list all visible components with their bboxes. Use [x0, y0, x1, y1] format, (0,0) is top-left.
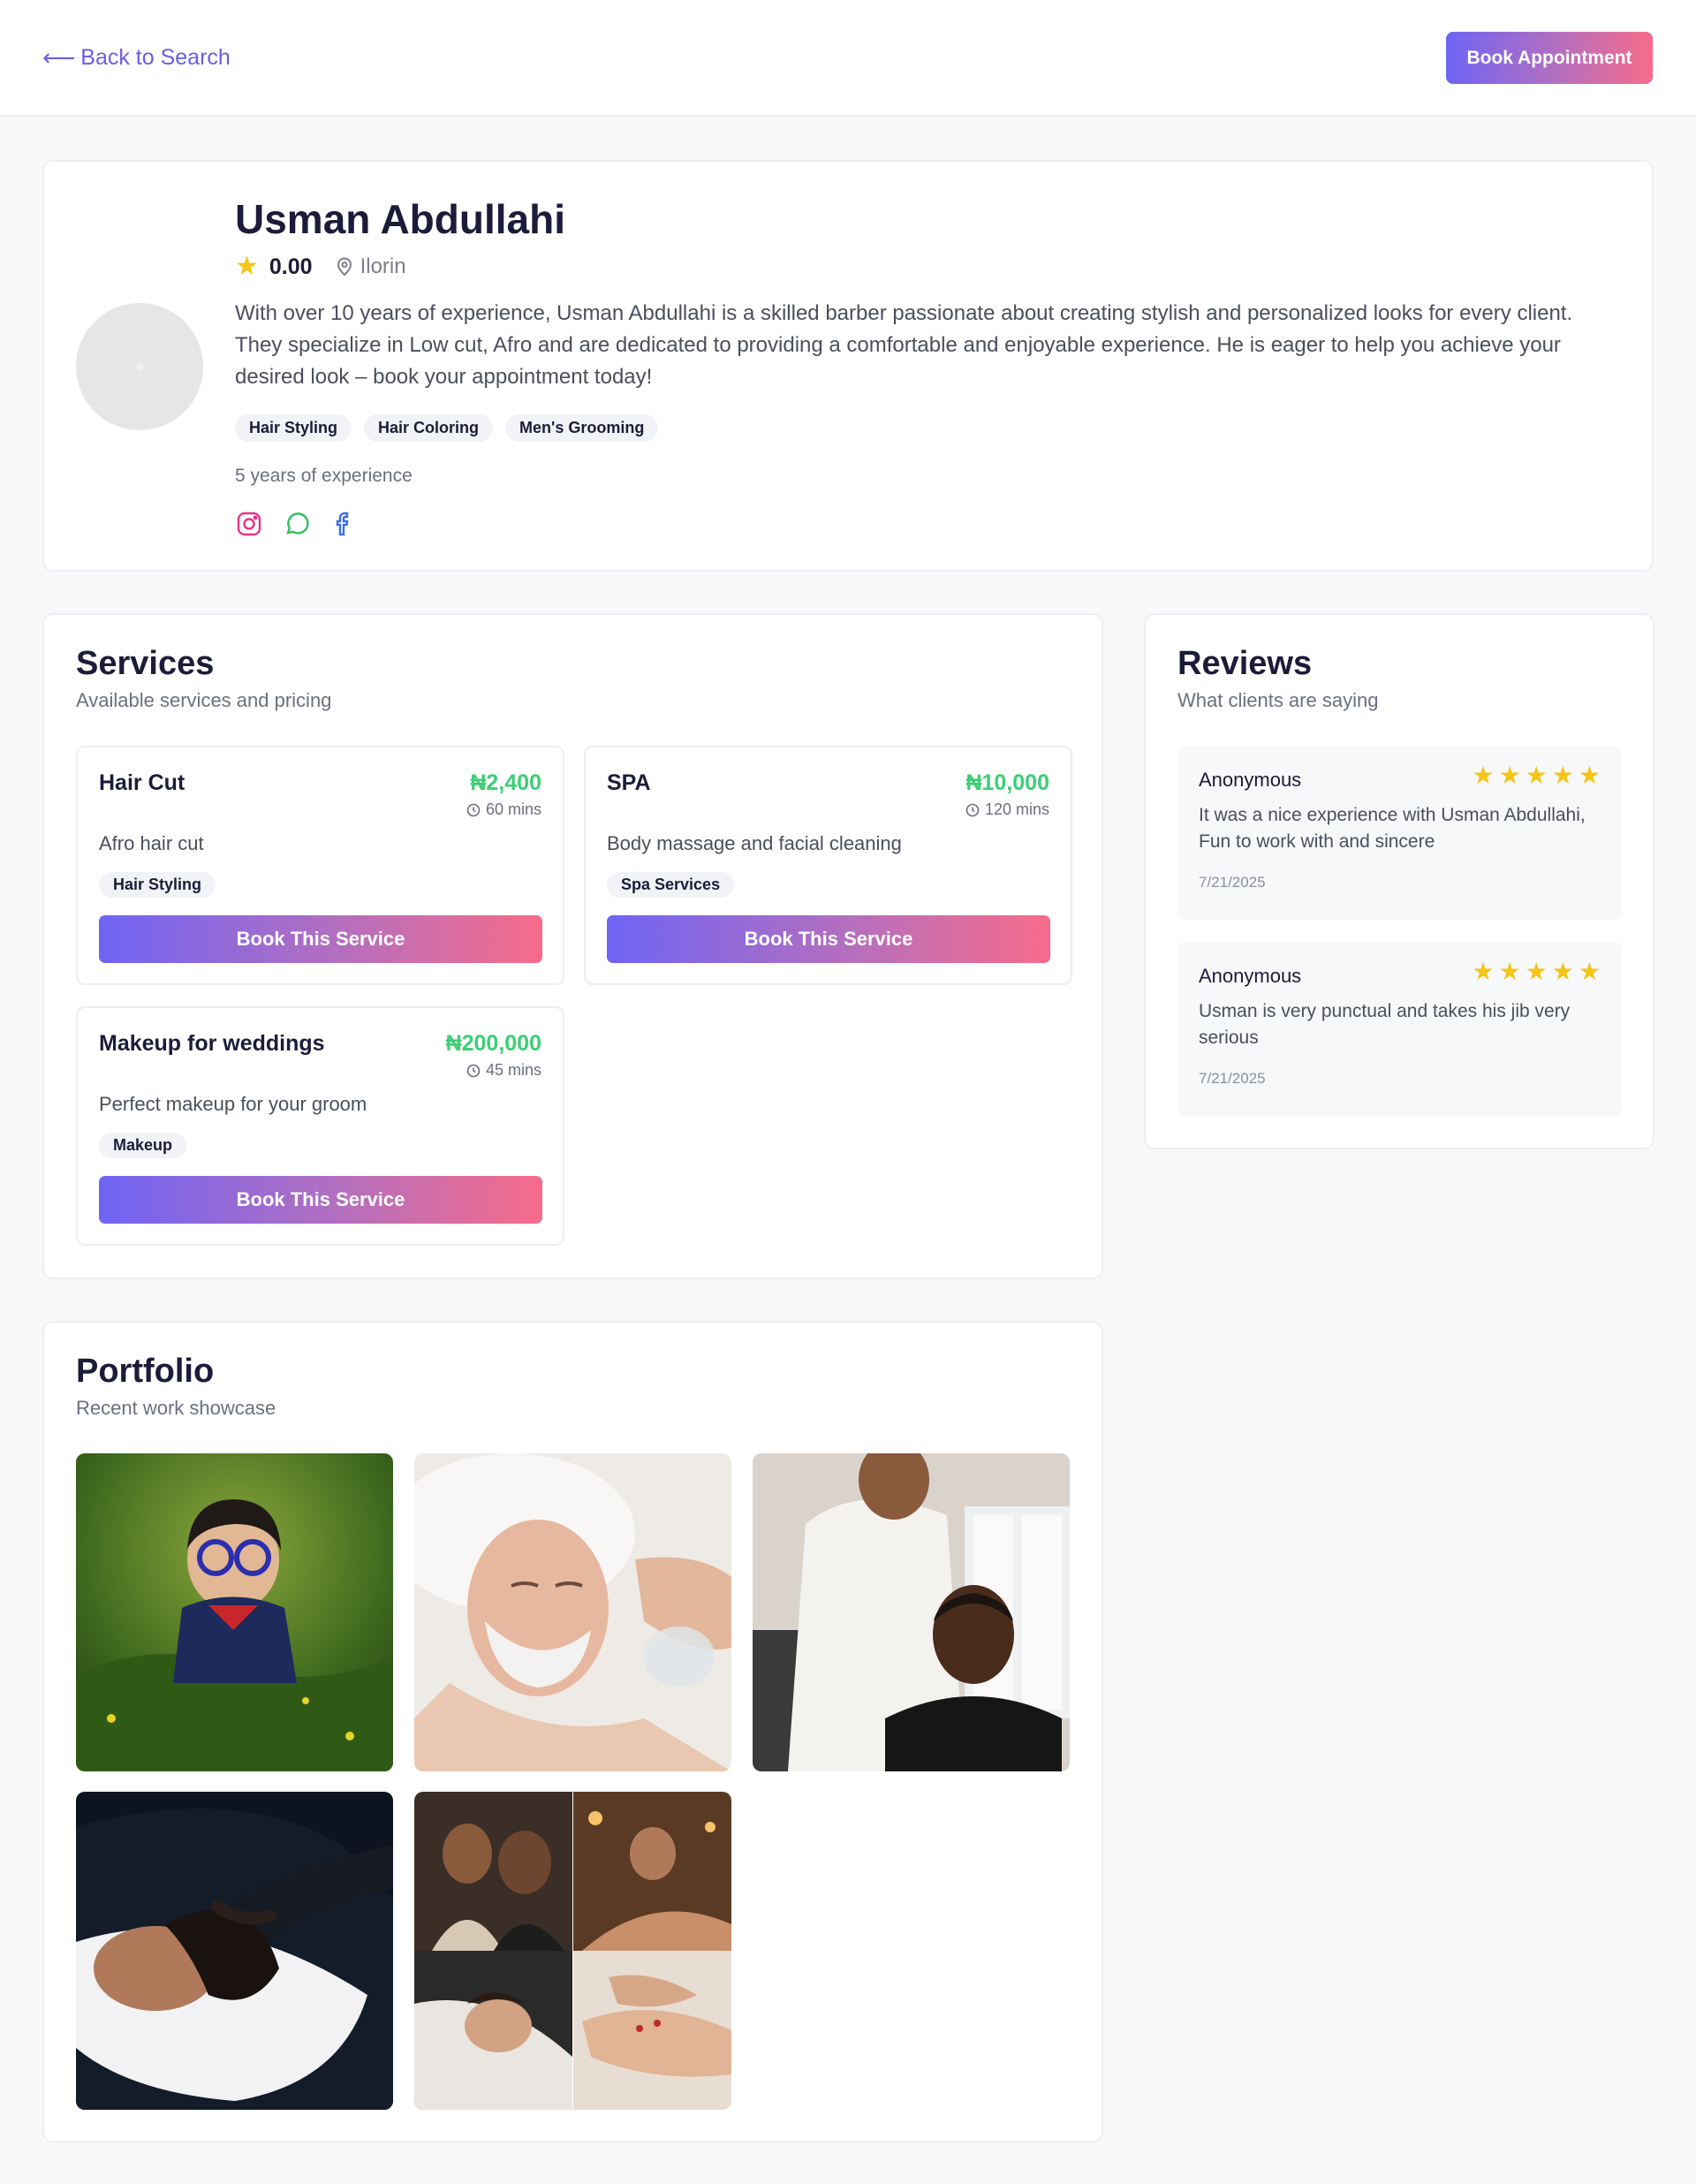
- book-service-button[interactable]: Book This Service: [99, 915, 542, 963]
- portfolio-card: Portfolio Recent work showcase: [42, 1321, 1103, 2142]
- service-description: Afro hair cut: [99, 832, 204, 854]
- star-icon: ★: [1551, 762, 1574, 789]
- book-appointment-button[interactable]: Book Appointment: [1446, 32, 1653, 84]
- portfolio-image[interactable]: [414, 1792, 731, 2110]
- avatar: [76, 303, 203, 430]
- review-stars: ★ ★ ★ ★ ★: [1472, 763, 1601, 788]
- review-text: It was a nice experience with Usman Abdu…: [1199, 805, 1586, 852]
- arrow-left-icon: ⟵: [42, 44, 76, 71]
- portfolio-title: Portfolio: [76, 1353, 215, 1390]
- star-icon: ★: [235, 252, 259, 281]
- location-label: Ilorin: [360, 254, 406, 278]
- services-card: Services Available services and pricing …: [42, 613, 1103, 1279]
- star-icon: ★: [1498, 762, 1521, 789]
- profile-meta: ★ 0.00 Ilorin: [235, 252, 406, 282]
- service-duration: 120 mins: [965, 800, 1049, 819]
- profile-tag: Men's Grooming: [505, 414, 659, 442]
- service-duration: 45 mins: [466, 1061, 541, 1080]
- review-author: Anonymous: [1199, 965, 1302, 987]
- reviews-title: Reviews: [1177, 645, 1313, 682]
- service-card: SPA ₦10,000 120 mins Body massage and fa…: [584, 746, 1072, 985]
- reviews-subtitle: What clients are saying: [1177, 689, 1379, 711]
- star-icon: ★: [1578, 762, 1601, 789]
- star-icon: ★: [1525, 762, 1548, 789]
- service-name: Hair Cut: [99, 770, 186, 795]
- service-duration: 60 mins: [466, 800, 541, 819]
- review-date: 7/21/2025: [1199, 1070, 1266, 1087]
- service-duration-label: 60 mins: [485, 800, 541, 818]
- review-item: Anonymous ★ ★ ★ ★ ★ It was a nice experience…: [1177, 746, 1622, 920]
- back-to-search-link[interactable]: ⟵ Back to Search: [42, 44, 231, 72]
- review-date: 7/21/2025: [1199, 874, 1266, 891]
- review-item: Anonymous ★ ★ ★ ★ ★ Usman is very punctual a…: [1177, 942, 1622, 1116]
- service-price: ₦200,000: [445, 1031, 541, 1056]
- service-tag: Hair Styling: [99, 872, 216, 898]
- service-tag: Spa Services: [607, 872, 735, 898]
- service-card: Makeup for weddings ₦200,000 45 mins Per…: [76, 1006, 564, 1246]
- star-icon: ★: [1498, 958, 1521, 985]
- reviews-card: Reviews What clients are saying Anonymou…: [1144, 613, 1654, 1149]
- service-duration-label: 120 mins: [984, 800, 1049, 818]
- facebook-icon[interactable]: [330, 510, 359, 538]
- social-links: [235, 510, 359, 538]
- book-service-button[interactable]: Book This Service: [607, 915, 1050, 963]
- review-stars: ★ ★ ★ ★ ★: [1472, 959, 1601, 984]
- star-icon: ★: [1551, 958, 1574, 985]
- star-icon: ★: [1525, 958, 1548, 985]
- portfolio-subtitle: Recent work showcase: [76, 1397, 276, 1419]
- service-name: SPA: [607, 770, 651, 795]
- services-title: Services: [76, 645, 215, 682]
- book-service-button[interactable]: Book This Service: [99, 1176, 542, 1224]
- star-icon: ★: [1578, 958, 1601, 985]
- portfolio-image[interactable]: [753, 1453, 1070, 1771]
- experience-text: 5 years of experience: [235, 466, 413, 486]
- service-description: Perfect makeup for your groom: [99, 1093, 367, 1115]
- portfolio-image[interactable]: [76, 1792, 393, 2110]
- whatsapp-icon[interactable]: [283, 510, 311, 538]
- star-icon: ★: [1472, 958, 1495, 985]
- clock-icon: [466, 803, 481, 816]
- top-bar: ⟵ Back to Search Book Appointment: [0, 0, 1696, 117]
- portfolio-image[interactable]: [414, 1453, 731, 1771]
- star-icon: ★: [1472, 762, 1495, 789]
- clock-icon: [466, 1064, 481, 1077]
- service-duration-label: 45 mins: [485, 1061, 541, 1079]
- back-label: Back to Search: [80, 45, 231, 70]
- review-author: Anonymous: [1199, 769, 1302, 791]
- map-pin-icon: [337, 257, 352, 277]
- portfolio-image[interactable]: [76, 1453, 393, 1771]
- service-price: ₦10,000: [965, 770, 1049, 795]
- services-subtitle: Available services and pricing: [76, 689, 332, 711]
- profile-tag: Hair Styling: [235, 414, 352, 442]
- profile-bio: With over 10 years of experience, Usman …: [235, 301, 1573, 389]
- service-tag: Makeup: [99, 1133, 187, 1158]
- rating-value: 0.00: [269, 254, 313, 279]
- service-description: Body massage and facial cleaning: [607, 832, 902, 854]
- location: Ilorin: [336, 254, 406, 279]
- profile-card: Usman Abdullahi ★ 0.00 Ilorin With over …: [42, 160, 1654, 572]
- instagram-icon[interactable]: [235, 510, 263, 538]
- profile-tags: Hair Styling Hair Coloring Men's Groomin…: [235, 414, 659, 442]
- profile-name: Usman Abdullahi: [235, 196, 565, 242]
- service-name: Makeup for weddings: [99, 1031, 325, 1056]
- service-card: Hair Cut ₦2,400 60 mins Afro hair cut Ha…: [76, 746, 564, 985]
- review-text: Usman is very punctual and takes his jib…: [1199, 1001, 1571, 1048]
- service-price: ₦2,400: [470, 770, 541, 795]
- profile-tag: Hair Coloring: [364, 414, 494, 442]
- clock-icon: [965, 803, 980, 816]
